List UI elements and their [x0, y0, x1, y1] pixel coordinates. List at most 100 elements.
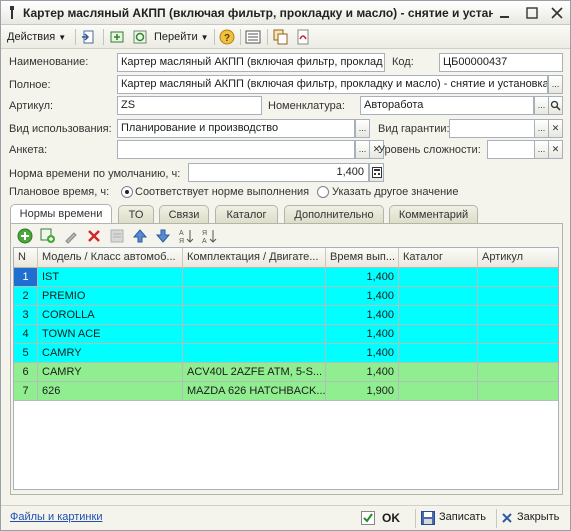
- cell-article[interactable]: [478, 325, 558, 344]
- new-doc-icon[interactable]: [81, 29, 97, 45]
- cell-catalog[interactable]: [399, 382, 478, 401]
- col-config-header[interactable]: Комплектация / Двигате...: [183, 248, 326, 268]
- survey-input[interactable]: [117, 140, 355, 159]
- radio-norm[interactable]: [121, 186, 133, 198]
- complexity-select-button[interactable]: ...: [534, 140, 549, 159]
- cell-model[interactable]: COROLLA: [38, 306, 183, 325]
- list-icon[interactable]: [245, 29, 261, 45]
- table-row[interactable]: 7 626 MAZDA 626 HATCHBACK... 1,900: [14, 382, 558, 401]
- table-row[interactable]: 6 CAMRY ACV40L 2AZFE ATM, 5-S... 1,400: [14, 363, 558, 382]
- close-icon[interactable]: [549, 5, 565, 21]
- cell-catalog[interactable]: [399, 363, 478, 382]
- warranty-select-button[interactable]: ...: [534, 119, 549, 138]
- cell-config[interactable]: [183, 268, 326, 287]
- name-input[interactable]: Картер масляный АКПП (включая фильтр, пр…: [117, 53, 385, 72]
- cell-model[interactable]: 626: [38, 382, 183, 401]
- usage-input[interactable]: Планирование и производство: [117, 119, 355, 138]
- cell-article[interactable]: [478, 344, 558, 363]
- nomenclature-open-button[interactable]: [548, 96, 563, 115]
- cell-config[interactable]: [183, 306, 326, 325]
- maximize-icon[interactable]: [524, 5, 540, 21]
- cell-n[interactable]: 4: [14, 325, 38, 344]
- tab-links[interactable]: Связи: [159, 205, 209, 224]
- move-up-icon[interactable]: [132, 228, 148, 244]
- table-row[interactable]: 2 PREMIO 1,400: [14, 287, 558, 306]
- cell-article[interactable]: [478, 382, 558, 401]
- cell-catalog[interactable]: [399, 325, 478, 344]
- usage-select-button[interactable]: ...: [355, 119, 370, 138]
- norm-time-input[interactable]: 1,400: [188, 163, 369, 182]
- col-n-header[interactable]: N: [14, 248, 38, 268]
- full-name-input[interactable]: Картер масляный АКПП (включая фильтр, пр…: [117, 75, 548, 94]
- cell-article[interactable]: [478, 306, 558, 325]
- table-row[interactable]: 1 IST 1,400: [14, 268, 558, 287]
- table-row[interactable]: 4 TOWN ACE 1,400: [14, 325, 558, 344]
- warranty-clear-button[interactable]: ✕: [548, 119, 563, 138]
- code-input[interactable]: ЦБ00000437: [439, 53, 563, 72]
- cell-time[interactable]: 1,400: [326, 306, 399, 325]
- radio-norm-label[interactable]: Соответствует норме выполнения: [135, 186, 309, 198]
- complexity-clear-button[interactable]: ✕: [548, 140, 563, 159]
- table-row[interactable]: 3 COROLLA 1,400: [14, 306, 558, 325]
- minimize-icon[interactable]: [497, 5, 513, 21]
- cell-model[interactable]: CAMRY: [38, 344, 183, 363]
- cell-n[interactable]: 7: [14, 382, 38, 401]
- full-name-select-button[interactable]: ...: [548, 75, 563, 94]
- save-copy-icon[interactable]: [109, 29, 125, 45]
- cell-article[interactable]: [478, 363, 558, 382]
- cell-time[interactable]: 1,400: [326, 363, 399, 382]
- cell-n[interactable]: 1: [14, 268, 38, 287]
- cell-catalog[interactable]: [399, 306, 478, 325]
- save-button[interactable]: Записать: [421, 509, 491, 528]
- delete-icon[interactable]: [86, 228, 102, 244]
- edit-icon[interactable]: [63, 228, 79, 244]
- tab-norms[interactable]: Нормы времени: [10, 204, 112, 224]
- nomenclature-input[interactable]: Авторабота: [360, 96, 534, 115]
- cell-config[interactable]: [183, 325, 326, 344]
- sort-desc-icon[interactable]: ЯA: [201, 228, 217, 244]
- cell-n[interactable]: 5: [14, 344, 38, 363]
- cell-article[interactable]: [478, 268, 558, 287]
- pdf-icon[interactable]: [295, 29, 311, 45]
- cell-catalog[interactable]: [399, 344, 478, 363]
- close-button[interactable]: Закрыть: [501, 509, 565, 528]
- cell-n[interactable]: 6: [14, 363, 38, 382]
- cell-n[interactable]: 3: [14, 306, 38, 325]
- files-and-images-link[interactable]: Файлы и картинки: [10, 511, 102, 523]
- warranty-input[interactable]: [449, 119, 535, 138]
- goto-menu[interactable]: Перейти ▼: [154, 28, 209, 46]
- calculator-button[interactable]: [369, 163, 384, 182]
- radio-other-label[interactable]: Указать другое значение: [332, 186, 458, 198]
- col-article-header[interactable]: Артикул: [478, 248, 558, 268]
- col-model-header[interactable]: Модель / Класс автомоб...: [38, 248, 183, 268]
- cell-config[interactable]: [183, 287, 326, 306]
- cell-time[interactable]: 1,400: [326, 344, 399, 363]
- cell-config[interactable]: ACV40L 2AZFE ATM, 5-S...: [183, 363, 326, 382]
- ok-button[interactable]: OK: [361, 509, 407, 528]
- complexity-input[interactable]: [487, 140, 535, 159]
- cell-catalog[interactable]: [399, 287, 478, 306]
- col-time-header[interactable]: Время вып...: [326, 248, 399, 268]
- tab-to[interactable]: ТО: [118, 205, 154, 224]
- radio-other[interactable]: [317, 186, 329, 198]
- tab-additional[interactable]: Дополнительно: [284, 205, 384, 224]
- cell-model[interactable]: TOWN ACE: [38, 325, 183, 344]
- cell-catalog[interactable]: [399, 268, 478, 287]
- tab-comment[interactable]: Комментарий: [389, 205, 478, 224]
- cell-config[interactable]: [183, 344, 326, 363]
- nomenclature-select-button[interactable]: ...: [534, 96, 549, 115]
- survey-select-button[interactable]: ...: [355, 140, 370, 159]
- cell-n[interactable]: 2: [14, 287, 38, 306]
- copy-row-icon[interactable]: [40, 228, 56, 244]
- cell-time[interactable]: 1,400: [326, 325, 399, 344]
- cell-model[interactable]: IST: [38, 268, 183, 287]
- article-input[interactable]: ZS: [117, 96, 262, 115]
- title-bar[interactable]: Картер масляный АКПП (включая фильтр, пр…: [1, 1, 570, 25]
- refresh-icon[interactable]: [132, 29, 148, 45]
- tab-catalog[interactable]: Каталог: [215, 205, 278, 224]
- move-down-icon[interactable]: [155, 228, 171, 244]
- col-catalog-header[interactable]: Каталог: [399, 248, 478, 268]
- cell-article[interactable]: [478, 287, 558, 306]
- cell-time[interactable]: 1,400: [326, 287, 399, 306]
- copy-icon[interactable]: [273, 29, 289, 45]
